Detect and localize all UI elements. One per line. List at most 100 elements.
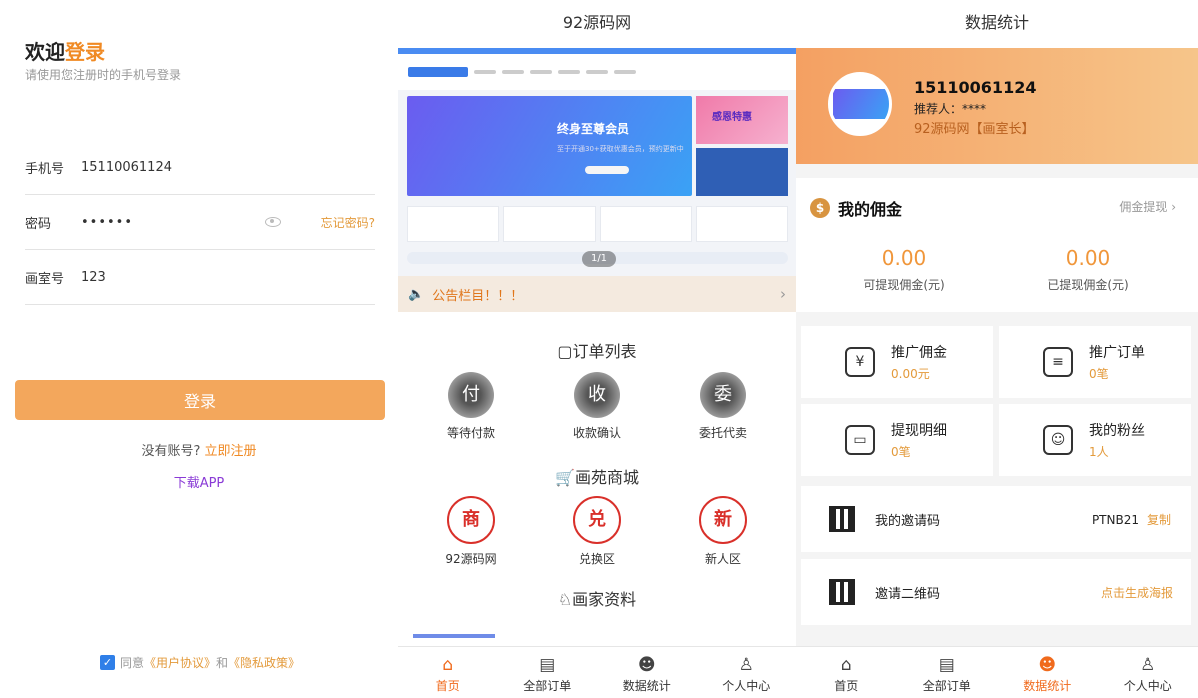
welcome-title: 欢迎登录: [25, 40, 105, 64]
carousel-pager: 1/1: [582, 251, 616, 267]
mall-item-exchange[interactable]: 兑兑换区: [547, 496, 647, 567]
stats-header-title: 数据统计: [796, 0, 1198, 48]
payment-confirm-icon: 收: [574, 372, 620, 418]
stats-panel: 数据统计 15110061124 推荐人：**** 92源码网【画室长】 $ 我的…: [796, 0, 1198, 698]
wallet-icon: ▭: [845, 425, 875, 455]
withdraw-details-card[interactable]: ▭ 提现明细 0笔: [801, 404, 993, 476]
download-app-link[interactable]: 下载APP: [0, 472, 398, 491]
newcomer-seal-icon: 新: [699, 496, 747, 544]
copy-button[interactable]: 复制: [1147, 513, 1171, 527]
home-header-title: 92源码网: [398, 0, 796, 48]
studio-field[interactable]: 画室号 123: [25, 250, 375, 305]
mall-row: 商 92源码网 兑兑换区 新新人区: [398, 496, 796, 567]
home-icon: ⌂: [442, 655, 454, 675]
banner-headline: 终身至尊会员: [557, 122, 630, 136]
tab-all-orders[interactable]: ▤ 全部订单: [897, 647, 998, 698]
studio-input[interactable]: 123: [81, 270, 375, 285]
banner-nav: [398, 54, 796, 90]
mall-item-newcomer[interactable]: 新新人区: [673, 496, 773, 567]
orders-icon: ▤: [938, 655, 955, 675]
password-field[interactable]: 密码 •••••• 忘记密码?: [25, 195, 375, 250]
tab-bar: ⌂ 首页 ▤ 全部订单 ☻ 数据统计 ♙ 个人中心: [398, 646, 796, 698]
agree-prefix: 同意: [120, 656, 145, 670]
studio-label: 画室号: [25, 271, 65, 287]
banner-cards: [407, 206, 788, 242]
chevron-right-icon: ›: [780, 285, 786, 303]
profile-referrer: 推荐人：****: [914, 102, 987, 116]
orders-section-title: ▢订单列表: [557, 342, 637, 361]
order-list-icon: ▢: [557, 342, 573, 361]
agree-and: 和: [216, 656, 229, 670]
my-fans-card[interactable]: ☺ 我的粉丝 1人: [999, 404, 1191, 476]
statistics-icon: ☻: [637, 655, 656, 675]
invite-code-value: PTNB21 复制: [1091, 512, 1171, 527]
tab-statistics[interactable]: ☻ 数据统计: [597, 647, 697, 698]
withdraw-link[interactable]: 佣金提现 ›: [1119, 198, 1176, 215]
eye-icon[interactable]: [264, 217, 281, 227]
banner-carousel[interactable]: 终身至尊会员 至于开通30+获取优惠会员，预约更新中 感恩特惠 1/1: [398, 48, 796, 276]
tab-home[interactable]: ⌂ 首页: [796, 647, 897, 698]
generate-poster-link[interactable]: 点击生成海报: [1101, 584, 1173, 601]
exchange-seal-icon: 兑: [573, 496, 621, 544]
mall-section-title: 🛒画苑商城: [555, 468, 639, 487]
cart-icon: 🛒: [555, 468, 575, 487]
money-bag-icon: $: [810, 198, 830, 218]
register-link[interactable]: 立即注册: [205, 444, 257, 459]
banner-side-image: [696, 148, 788, 196]
banner-logo: [408, 67, 468, 77]
notice-text: 公告栏目！！！: [432, 288, 524, 304]
order-consignment[interactable]: 委委托代卖: [673, 372, 773, 441]
phone-field[interactable]: 手机号 15110061124: [25, 140, 375, 195]
promo-orders-card[interactable]: ≡ 推广订单 0笔: [999, 326, 1191, 398]
tab-all-orders[interactable]: ▤ 全部订单: [498, 647, 598, 698]
banner-main-image: 终身至尊会员 至于开通30+获取优惠会员，预约更新中: [407, 96, 692, 196]
banner-side-promo: 感恩特惠: [696, 96, 788, 144]
order-payment-confirm[interactable]: 收收款确认: [547, 372, 647, 441]
user-agreement-link[interactable]: 《用户协议》: [144, 654, 216, 671]
invite-qr-row[interactable]: 邀请二维码 点击生成海报: [801, 559, 1191, 625]
home-icon: ⌂: [840, 655, 852, 675]
privacy-policy-link[interactable]: 《隐私政策》: [228, 654, 300, 671]
orders-icon: ▤: [539, 655, 556, 675]
withdrawn-amount: 0.00 已提现佣金(元): [1047, 246, 1129, 292]
agree-checkbox[interactable]: ✓: [100, 655, 115, 670]
profile-studio: 92源码网【画室长】: [914, 122, 1035, 137]
banner-sub: 至于开通30+获取优惠会员，预约更新中: [557, 145, 684, 153]
login-subtitle: 请使用您注册时的手机号登录: [25, 68, 182, 82]
commission-title: $ 我的佣金: [810, 196, 902, 220]
money-bag-icon: ¥: [845, 347, 875, 377]
speaker-icon: 🔈: [408, 286, 425, 302]
commission-card: $ 我的佣金 佣金提现 › 0.00 可提现佣金(元) 0.00 已提现佣金(元): [796, 178, 1198, 312]
invite-qr-label: 邀请二维码: [875, 586, 941, 602]
forgot-password-link[interactable]: 忘记密码?: [321, 214, 375, 231]
home-panel: 92源码网 终身至尊会员 至于开通30+获取优惠会员，预约更新中 感恩特惠 1/…: [398, 0, 796, 698]
phone-label: 手机号: [25, 161, 65, 177]
mall-item-store[interactable]: 商 92源码网: [421, 496, 521, 567]
order-pending-payment[interactable]: 付等待付款: [421, 372, 521, 441]
password-input[interactable]: ••••••: [81, 215, 265, 230]
tab-profile[interactable]: ♙ 个人中心: [697, 647, 797, 698]
users-icon: ☺: [1043, 425, 1073, 455]
artist-preview-strip: [413, 634, 495, 638]
qr-code-icon: [829, 579, 855, 605]
notice-bar[interactable]: 🔈 公告栏目！！！ ›: [398, 276, 796, 312]
login-button[interactable]: 登录: [15, 380, 385, 420]
orders-row: 付等待付款 收收款确认 委委托代卖: [398, 372, 796, 441]
invite-code-row: 我的邀请码 PTNB21 复制: [801, 486, 1191, 552]
profile-icon: ♙: [738, 655, 754, 675]
profile-name: 15110061124: [914, 78, 1037, 97]
tab-bar: ⌂ 首页 ▤ 全部订单 ☻ 数据统计 ♙ 个人中心: [796, 646, 1198, 698]
pending-payment-icon: 付: [448, 372, 494, 418]
agreement-row: ✓ 同意 《用户协议》 和 《隐私政策》: [100, 654, 300, 671]
invite-code-label: 我的邀请码: [875, 513, 941, 529]
tab-home[interactable]: ⌂ 首页: [398, 647, 498, 698]
withdrawable-amount: 0.00 可提现佣金(元): [863, 246, 945, 292]
no-account-text: 没有账号?: [141, 444, 201, 459]
artist-icon: ♘: [557, 590, 573, 609]
avatar[interactable]: [828, 72, 892, 136]
promo-commission-card[interactable]: ¥ 推广佣金 0.00元: [801, 326, 993, 398]
phone-input[interactable]: 15110061124: [81, 160, 375, 175]
tab-statistics[interactable]: ☻ 数据统计: [997, 647, 1098, 698]
tab-profile[interactable]: ♙ 个人中心: [1098, 647, 1198, 698]
store-seal-icon: 商: [447, 496, 495, 544]
